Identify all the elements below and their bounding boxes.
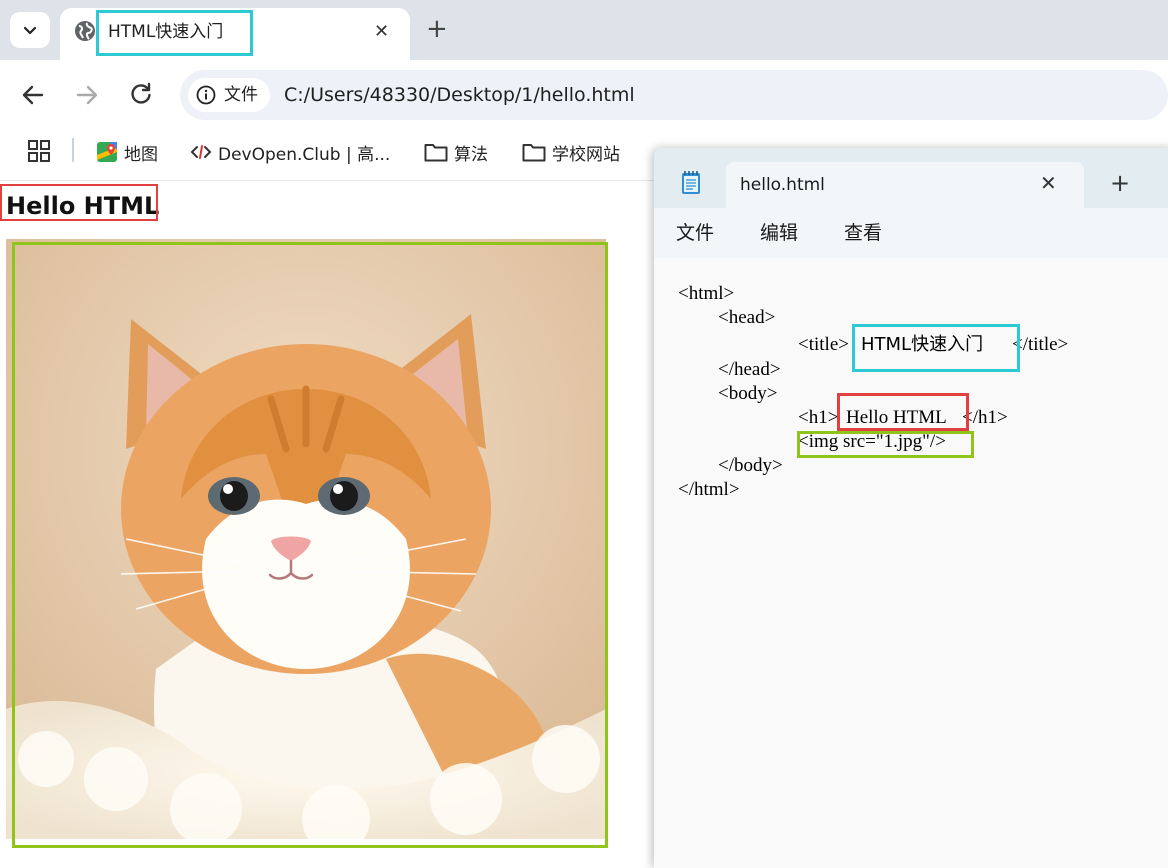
code-line: </title> bbox=[1012, 334, 1069, 355]
notepad-new-tab-button[interactable]: + bbox=[1110, 170, 1130, 196]
bookmark-folder-algorithms[interactable]: 算法 bbox=[424, 138, 488, 166]
bookmarks-divider bbox=[72, 138, 74, 162]
notepad-tab-title: hello.html bbox=[740, 175, 825, 195]
bookmark-label: DevOpen.Club | 高... bbox=[218, 144, 391, 165]
address-bar[interactable]: 文件 C:/Users/48330/Desktop/1/hello.html bbox=[180, 70, 1168, 120]
bookmark-label: 算法 bbox=[454, 144, 488, 165]
code-line: <h1> bbox=[798, 407, 839, 428]
tab-search-button[interactable] bbox=[10, 12, 50, 48]
bookmark-devopen[interactable]: DevOpen.Club | 高... bbox=[190, 138, 390, 166]
code-line: <head> bbox=[718, 307, 776, 328]
site-chip-label: 文件 bbox=[224, 85, 258, 105]
bookmark-label: 地图 bbox=[124, 144, 158, 165]
forward-arrow-icon[interactable] bbox=[74, 82, 100, 108]
notepad-titlebar: hello.html ✕ + bbox=[654, 148, 1168, 208]
globe-icon bbox=[75, 21, 95, 41]
highlight-box-h1 bbox=[0, 184, 158, 221]
code-line: <html> bbox=[678, 283, 735, 304]
notepad-app-icon bbox=[682, 171, 700, 194]
notepad-menubar: 文件 编辑 查看 bbox=[654, 208, 1168, 259]
notepad-window: hello.html ✕ + 文件 编辑 查看 <html> <head> <t… bbox=[654, 148, 1168, 868]
menu-view[interactable]: 查看 bbox=[844, 220, 882, 246]
bookmark-maps[interactable]: 地图 bbox=[96, 138, 158, 166]
back-arrow-icon[interactable] bbox=[20, 82, 46, 108]
code-line: <body> bbox=[718, 383, 778, 404]
notepad-editor[interactable]: <html> <head> <title> HTML快速入门 </title> … bbox=[654, 258, 1168, 868]
notepad-tab-close-icon[interactable]: ✕ bbox=[1040, 171, 1057, 195]
menu-edit[interactable]: 编辑 bbox=[760, 220, 798, 246]
code-line: <title> bbox=[798, 334, 849, 355]
info-icon bbox=[196, 85, 216, 105]
browser-toolbar: 文件 C:/Users/48330/Desktop/1/hello.html bbox=[0, 60, 1168, 130]
highlight-box-code-img bbox=[797, 431, 974, 458]
highlight-box-code-h1 bbox=[837, 393, 969, 431]
highlight-box-tab-title bbox=[96, 10, 253, 56]
bookmark-folder-school[interactable]: 学校网站 bbox=[522, 138, 620, 166]
code-line: </html> bbox=[678, 479, 740, 500]
bookmark-label: 学校网站 bbox=[552, 144, 620, 165]
new-tab-button[interactable]: + bbox=[426, 14, 448, 44]
notepad-tab[interactable]: hello.html ✕ bbox=[726, 162, 1084, 208]
apps-grid-icon[interactable] bbox=[28, 140, 50, 162]
code-icon bbox=[190, 145, 212, 159]
code-line: </head> bbox=[718, 359, 781, 380]
menu-file[interactable]: 文件 bbox=[676, 220, 714, 246]
maps-icon bbox=[97, 142, 117, 162]
folder-icon bbox=[522, 144, 546, 162]
code-line: </body> bbox=[718, 455, 783, 476]
url-text[interactable]: C:/Users/48330/Desktop/1/hello.html bbox=[284, 82, 635, 108]
tab-close-icon[interactable]: ✕ bbox=[374, 20, 389, 44]
reload-icon[interactable] bbox=[128, 81, 154, 107]
highlight-box-code-title bbox=[852, 324, 1020, 372]
highlight-box-img bbox=[12, 242, 608, 848]
folder-icon bbox=[424, 144, 448, 162]
site-info-chip[interactable]: 文件 bbox=[188, 78, 270, 112]
chevron-down-icon bbox=[23, 26, 37, 35]
